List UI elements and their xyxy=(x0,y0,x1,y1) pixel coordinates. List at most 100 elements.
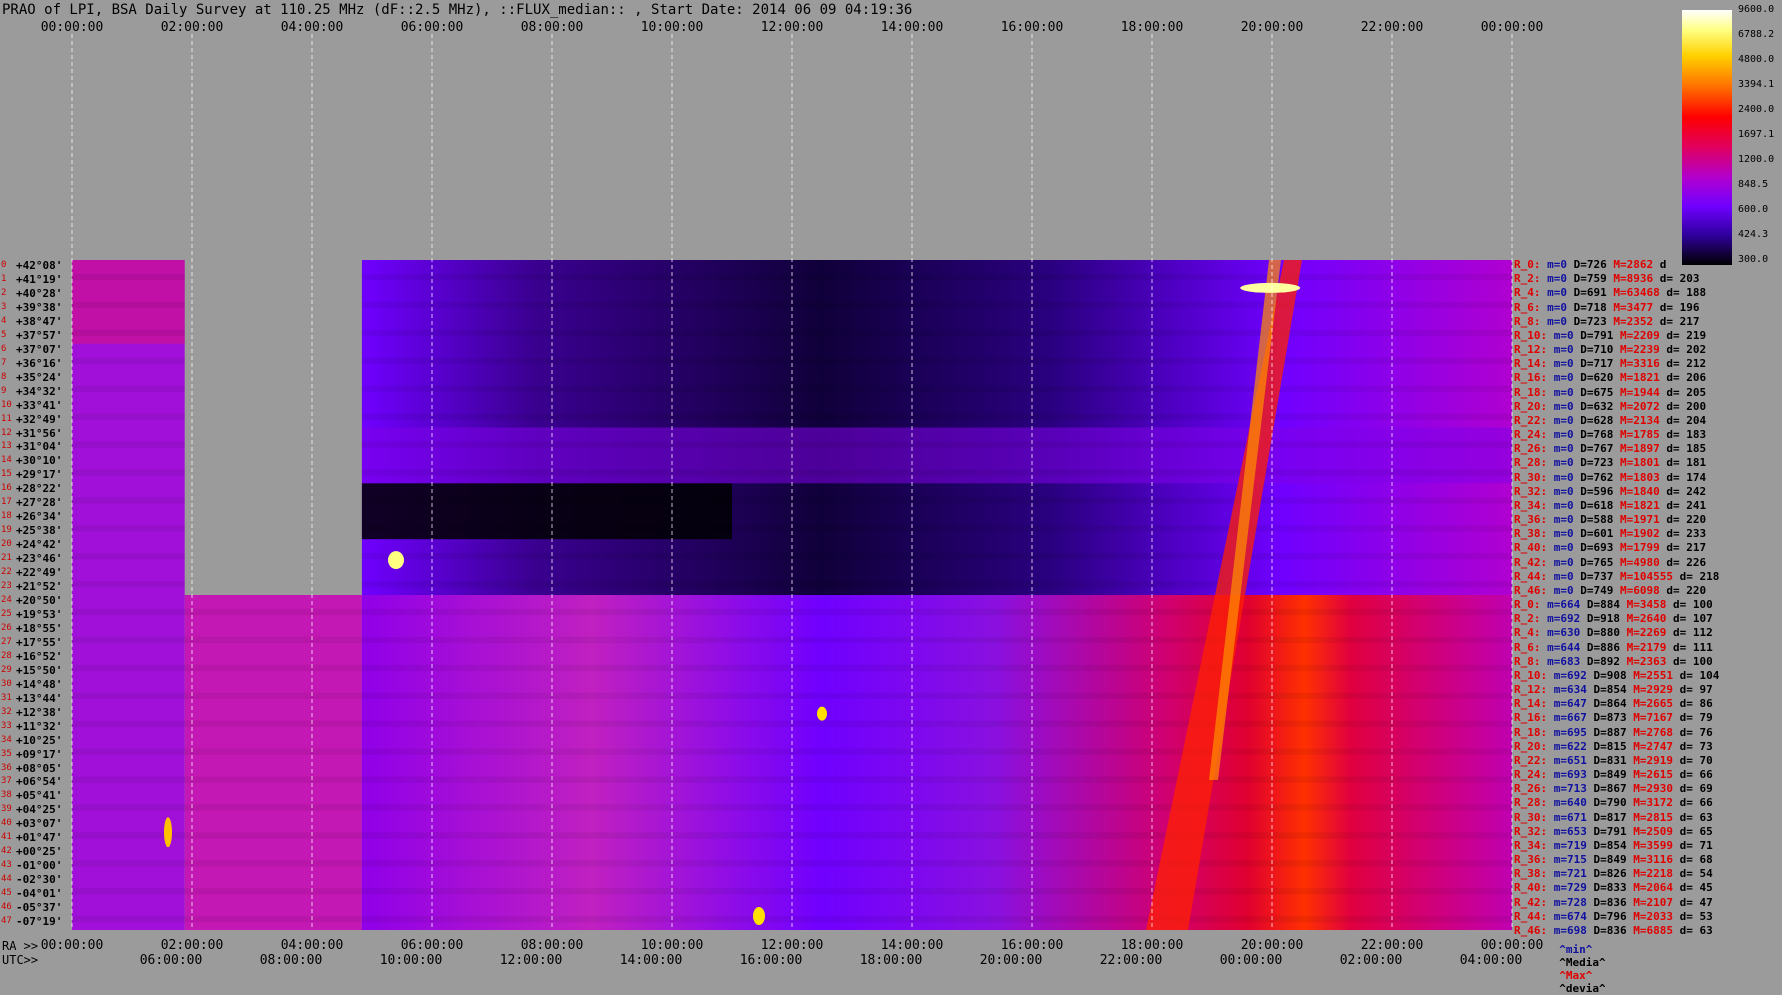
utc-axis-tick: 12:00:00 xyxy=(499,953,563,968)
row-stat: R_26: m=713 D=867 M=2930 d= 69 xyxy=(1514,782,1713,796)
declination-label: +05°41' xyxy=(16,789,63,803)
legend-min: ^min^ xyxy=(1559,943,1593,956)
row-number: 44 xyxy=(1,874,12,885)
row-number: 41 xyxy=(1,832,12,843)
legend-max: ^Max^ xyxy=(1559,969,1593,982)
top-axis-tick: 08:00:00 xyxy=(520,20,584,35)
row-number: 34 xyxy=(1,734,12,745)
ra-axis-tick: 12:00:00 xyxy=(760,938,824,953)
ra-axis-tick: 02:00:00 xyxy=(160,938,224,953)
colorbar xyxy=(1682,10,1732,265)
row-stat: R_28: m=0 D=723 M=1801 d= 181 xyxy=(1514,456,1707,470)
colorbar-tick: 6788.2 xyxy=(1738,29,1775,40)
row-number: 17 xyxy=(1,497,12,508)
declination-label: +42°08' xyxy=(16,259,63,272)
row-stat: R_30: m=0 D=762 M=1803 d= 174 xyxy=(1514,470,1707,484)
ra-axis-tick: 00:00:00 xyxy=(40,938,104,953)
row-stat: R_12: m=634 D=854 M=2929 d= 97 xyxy=(1514,683,1713,696)
row-stat: R_32: m=0 D=596 M=1840 d= 242 xyxy=(1514,484,1707,498)
colorbar-tick: 9600.0 xyxy=(1738,4,1775,15)
top-axis-tick: 06:00:00 xyxy=(400,20,464,35)
colorbar-tick: 3394.1 xyxy=(1738,79,1775,90)
declination-label: +36°16' xyxy=(16,356,63,370)
row-number: 37 xyxy=(1,776,12,787)
declination-label: +11°32' xyxy=(16,719,63,733)
ra-axis-tick: 10:00:00 xyxy=(640,938,704,953)
declination-label: +04°25' xyxy=(16,803,63,817)
row-stat: R_44: m=674 D=796 M=2033 d= 53 xyxy=(1514,909,1713,923)
declination-label: +06°54' xyxy=(16,775,63,789)
declination-label: +14°48' xyxy=(16,677,63,691)
row-stat: R_16: m=667 D=873 M=7167 d= 79 xyxy=(1514,711,1713,725)
declination-label: -07°19' xyxy=(16,915,63,929)
colorbar-tick: 1697.1 xyxy=(1738,129,1775,140)
row-number: 35 xyxy=(1,748,12,759)
row-number: 30 xyxy=(1,678,12,689)
utc-axis-tick: 08:00:00 xyxy=(259,953,323,968)
row-number: 22 xyxy=(1,567,12,578)
top-axis-tick: 10:00:00 xyxy=(640,20,704,35)
row-stat: R_14: m=647 D=864 M=2665 d= 86 xyxy=(1514,697,1713,711)
row-number: 32 xyxy=(1,706,12,717)
declination-label: +21°52' xyxy=(16,580,63,594)
utc-axis-tick: 14:00:00 xyxy=(619,953,683,968)
colorbar-tick: 300.0 xyxy=(1738,254,1769,265)
row-stat: R_4: m=630 D=880 M=2269 d= 112 xyxy=(1514,626,1713,640)
row-number: 1 xyxy=(1,273,7,284)
declination-label: +31°56' xyxy=(16,426,63,440)
row-stat: R_18: m=695 D=887 M=2768 d= 76 xyxy=(1514,725,1713,739)
declination-label: -02°30' xyxy=(16,873,63,887)
row-stat: R_32: m=653 D=791 M=2509 d= 65 xyxy=(1514,824,1713,838)
declination-label: -01°00' xyxy=(16,859,63,873)
row-number: 14 xyxy=(1,455,12,466)
utc-axis-tick: 20:00:00 xyxy=(979,953,1043,968)
row-number: 19 xyxy=(1,525,12,536)
ra-axis-tick: 04:00:00 xyxy=(280,938,344,953)
row-number: 4 xyxy=(1,315,7,326)
declination-label: +00°25' xyxy=(16,845,63,859)
row-number: 46 xyxy=(1,902,12,913)
declination-label: -04°01' xyxy=(16,887,63,901)
row-stat: R_26: m=0 D=767 M=1897 d= 185 xyxy=(1514,442,1707,456)
row-number: 47 xyxy=(1,916,12,927)
declination-label: +17°55' xyxy=(16,635,63,649)
data-block-lower xyxy=(361,595,1512,930)
row-stat: R_20: m=622 D=815 M=2747 d= 73 xyxy=(1514,739,1713,753)
row-number: 40 xyxy=(1,818,12,829)
row-number: 9 xyxy=(1,385,7,396)
row-number: 33 xyxy=(1,720,12,731)
declination-label: +01°47' xyxy=(16,831,63,845)
stats-legend: ^min^ ^Media^ ^Max^ ^devia^ xyxy=(1546,930,1605,995)
declination-label: +37°57' xyxy=(16,328,63,342)
utc-axis-tick: 06:00:00 xyxy=(139,953,203,968)
declination-label: +25°38' xyxy=(16,524,63,538)
bright-source xyxy=(388,551,404,570)
colorbar-tick: 600.0 xyxy=(1738,204,1769,215)
row-number: 21 xyxy=(1,553,12,564)
row-number: 13 xyxy=(1,441,12,452)
bright-source xyxy=(817,706,827,721)
row-stat: R_34: m=719 D=854 M=3599 d= 71 xyxy=(1514,838,1713,852)
ra-axis-tick: 14:00:00 xyxy=(880,938,944,953)
row-stat: R_8: m=683 D=892 M=2363 d= 100 xyxy=(1514,654,1713,668)
row-number: 8 xyxy=(1,371,7,382)
top-axis-tick: 04:00:00 xyxy=(280,20,344,35)
row-number: 10 xyxy=(1,399,12,410)
row-stat: R_16: m=0 D=620 M=1821 d= 206 xyxy=(1514,371,1707,385)
utc-axis-tick: 22:00:00 xyxy=(1099,953,1163,968)
row-stat: R_30: m=671 D=817 M=2815 d= 63 xyxy=(1514,810,1713,824)
row-stat: R_34: m=0 D=618 M=1821 d= 241 xyxy=(1514,498,1707,512)
declination-label: +18°55' xyxy=(16,621,63,635)
colorbar-tick: 2400.0 xyxy=(1738,104,1775,115)
data-gap xyxy=(184,260,362,595)
colorbar-tick: 1200.0 xyxy=(1738,154,1775,165)
row-stat: R_10: m=692 D=908 M=2551 d= 104 xyxy=(1514,668,1720,682)
row-number: 7 xyxy=(1,357,7,368)
row-stat: R_24: m=693 D=849 M=2615 d= 66 xyxy=(1514,768,1713,781)
row-stat: R_8: m=0 D=723 M=2352 d= 217 xyxy=(1514,314,1700,328)
row-stat: R_10: m=0 D=791 M=2209 d= 219 xyxy=(1514,328,1707,342)
row-stat: R_2: m=0 D=759 M=8936 d= 203 xyxy=(1514,272,1700,286)
row-number: 3 xyxy=(1,301,7,312)
declination-label: +29°17' xyxy=(16,468,63,482)
row-number: 45 xyxy=(1,888,12,899)
